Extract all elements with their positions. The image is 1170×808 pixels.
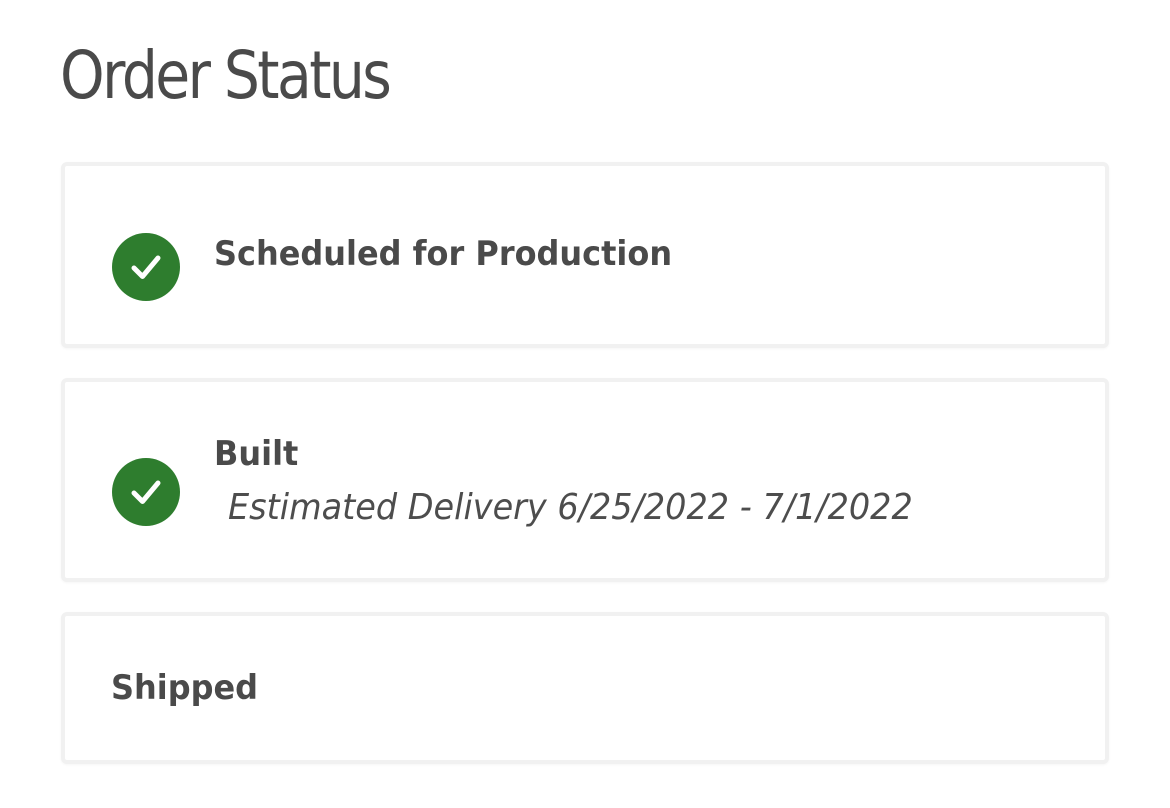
status-step-shipped: Shipped [61, 612, 1109, 764]
order-status-page: Order Status Scheduled for Production Bu… [0, 0, 1170, 808]
step-label: Scheduled for Production [214, 234, 673, 274]
step-label: Shipped [111, 668, 259, 708]
check-circle-icon [112, 458, 180, 526]
status-step-scheduled-for-production: Scheduled for Production [61, 162, 1109, 348]
status-step-built: Built Estimated Delivery 6/25/2022 - 7/1… [61, 378, 1109, 582]
estimated-delivery-text: Estimated Delivery 6/25/2022 - 7/1/2022 [228, 487, 913, 528]
step-label: Built [214, 434, 299, 474]
page-title: Order Status [60, 37, 392, 114]
check-circle-icon [112, 233, 180, 301]
